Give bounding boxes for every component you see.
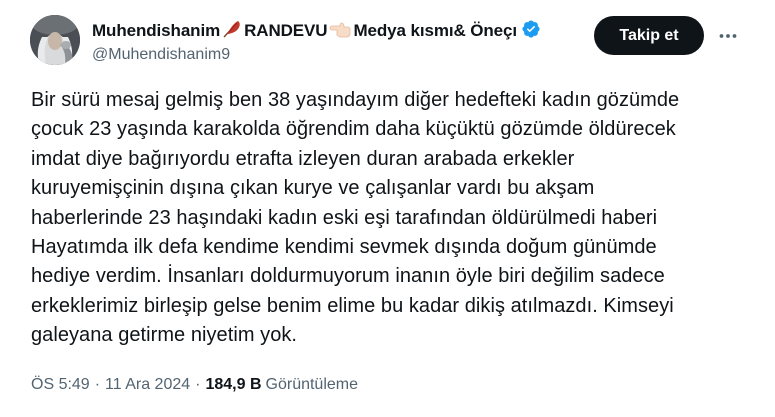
pointing-left-hand-icon xyxy=(329,19,351,44)
tweet-text-line: Hayatımda ilk defa kendime kendimi sevme… xyxy=(31,236,657,259)
feather-icon xyxy=(222,19,242,44)
views-label: Görüntüleme xyxy=(265,376,359,393)
tweet-text-line: galeyana getirme niyetim yok. xyxy=(31,324,298,347)
tweet-card: Muhendishanim RANDEVU Medya kısmı& Öneçı… xyxy=(0,0,775,417)
author-name-row[interactable]: Muhendishanim RANDEVU Medya kısmı& Öneçı xyxy=(92,18,582,44)
meta-separator: · xyxy=(94,376,101,393)
tweet-meta: ÖS 5:49 · 11 Ara 2024 · 184,9 B Görüntül… xyxy=(31,376,358,394)
avatar[interactable] xyxy=(30,15,80,65)
views-count: 184,9 B xyxy=(205,376,262,393)
tweet-text: Bir sürü mesaj gelmiş ben 38 yaşındayım … xyxy=(31,86,751,351)
more-icon[interactable] xyxy=(714,22,742,50)
author-handle[interactable]: @Muhendishanim9 xyxy=(92,46,230,64)
verified-badge-icon xyxy=(521,19,541,44)
author-name-part1[interactable]: Muhendishanim xyxy=(92,21,220,41)
avatar-image xyxy=(30,15,80,65)
tweet-text-line: hediye verdim. İnsanları doldurmuyorum i… xyxy=(31,265,665,288)
tweet-time[interactable]: ÖS 5:49 xyxy=(31,376,90,394)
tweet-text-line: erkeklerimiz birleşip gelse benim elime … xyxy=(31,294,674,317)
tweet-text-line: imdat diye bağırıyordu etrafta izleyen d… xyxy=(31,147,575,170)
follow-button[interactable]: Takip et xyxy=(594,16,704,55)
author-name-part3[interactable]: Medya kısmı& Öneçı xyxy=(353,21,517,41)
tweet-text-line: kuruyemişçinin dışına çıkan kurye ve çal… xyxy=(31,177,595,200)
meta-separator: · xyxy=(195,376,201,393)
tweet-text-line: Bir sürü mesaj gelmiş ben 38 yaşındayım … xyxy=(31,89,680,111)
author-name-part2[interactable]: RANDEVU xyxy=(244,21,327,41)
tweet-text-line: haberlerinde 23 haşındaki kadın eski eşi… xyxy=(31,206,658,229)
tweet-date[interactable]: 11 Ara 2024 xyxy=(105,376,190,394)
tweet-text-line: çocuk 23 yaşında karakolda öğrendim daha… xyxy=(31,118,676,141)
